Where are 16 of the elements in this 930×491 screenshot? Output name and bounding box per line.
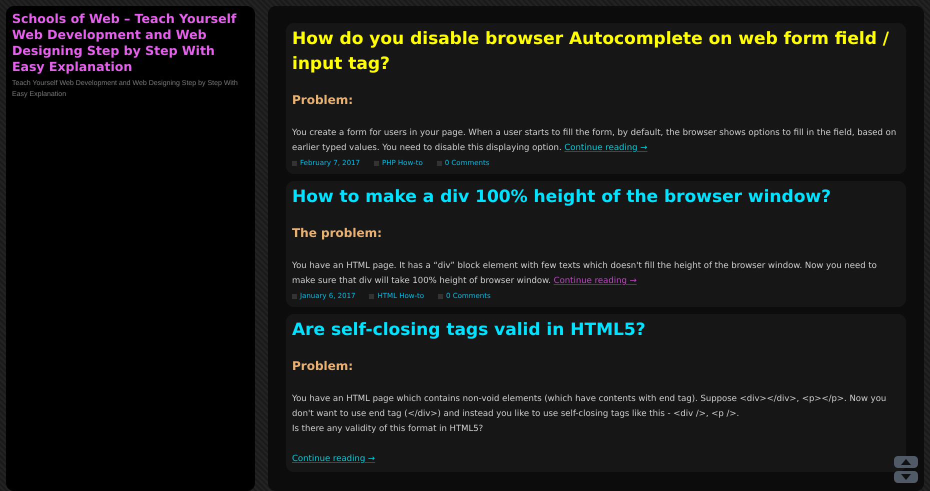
- post-excerpt: You create a form for users in your page. When a user starts to fill the form, by default, the browser shows options to fill in the field, based on earlier typed values. You need to disable this displaying option. Continue reading →: [292, 127, 898, 155]
- post-title[interactable]: Are self-closing tags valid in HTML5?: [292, 318, 900, 343]
- scroll-down-button[interactable]: [894, 471, 918, 483]
- post-heading: Problem:: [292, 359, 354, 373]
- continue-reading-link[interactable]: Continue reading →: [292, 454, 376, 464]
- continue-reading-link[interactable]: Continue reading →: [564, 143, 648, 153]
- post-heading: Problem:: [292, 93, 354, 107]
- site-title[interactable]: Schools of Web – Teach Yourself Web Development and Web Designing Step by Step With Easy Explanation: [12, 11, 249, 75]
- post-excerpt: Is there any validity of this format in HTML5?: [292, 423, 484, 436]
- post-title[interactable]: How to make a div 100% height of the browser window?: [292, 185, 900, 210]
- continue-reading-link[interactable]: Continue reading →: [554, 276, 637, 286]
- post-excerpt: You have an HTML page which contains non-void elements (which have contents with end tag). Suppose <div></div>, <p></p>. Now you don't want to use end tag (</div>) and instead you like to use self-closing tags like this - <div />, <p />.: [292, 393, 888, 421]
- post-title[interactable]: How do you disable browser Autocomplete on web form field / input tag?: [292, 27, 900, 77]
- post-excerpt: You have an HTML page. It has a “div” block element with few texts which doesn't fill the height of the browser window. Now you need to make sure that div will take 100% height of browser window. Continue reading →: [292, 260, 878, 288]
- post-heading: The problem:: [292, 226, 383, 240]
- scroll-up-button[interactable]: [894, 456, 918, 468]
